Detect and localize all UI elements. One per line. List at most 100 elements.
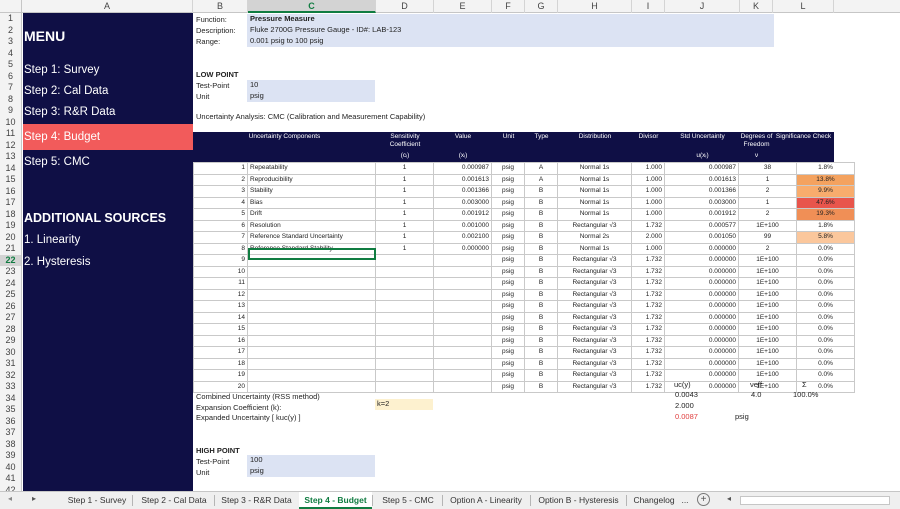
table-cell[interactable]: 15 [193,323,248,336]
table-cell[interactable]: 1E+100 [738,265,797,278]
table-cell[interactable]: psig [491,265,525,278]
row-header[interactable]: 22 [0,254,21,266]
table-cell[interactable]: psig [491,277,525,290]
table-cell[interactable]: Rectangular √3 [557,219,632,232]
table-cell[interactable]: 0.000577 [664,219,739,232]
table-cell[interactable]: B [524,369,558,382]
table-cell[interactable]: 1 [375,242,434,255]
table-cell[interactable]: psig [491,380,525,393]
table-cell[interactable]: 17 [193,346,248,359]
table-cell[interactable]: 1E+100 [738,323,797,336]
table-cell[interactable]: A [524,162,558,175]
function-value[interactable]: Pressure Measure [247,14,774,25]
table-cell[interactable]: psig [491,185,525,198]
table-cell[interactable]: 0.002100 [433,231,492,244]
table-cell[interactable]: psig [491,357,525,370]
table-cell[interactable]: 1.8% [796,162,855,175]
row-header[interactable]: 6 [0,71,21,83]
column-header-k[interactable]: K [740,0,773,13]
table-cell[interactable]: Normal 2s [557,231,632,244]
row-header[interactable]: 24 [0,278,21,290]
table-cell[interactable]: psig [491,242,525,255]
table-cell[interactable]: 1.000 [631,242,665,255]
table-cell[interactable]: 1E+100 [738,219,797,232]
sheet-tab[interactable]: Step 4 - Budget [299,492,372,509]
table-cell[interactable]: 1.000 [631,173,665,186]
table-cell[interactable]: 0.0% [796,265,855,278]
table-cell[interactable]: Normal 1s [557,162,632,175]
selected-cell[interactable] [248,248,376,260]
table-cell[interactable]: 0.000000 [664,265,739,278]
table-cell[interactable]: 1 [738,173,797,186]
table-cell[interactable]: 0.003000 [664,196,739,209]
table-cell[interactable]: 0.000000 [664,242,739,255]
horizontal-scrollbar[interactable] [740,496,890,505]
table-cell[interactable]: 1E+100 [738,334,797,347]
table-cell[interactable] [247,357,376,370]
table-cell[interactable]: 0.000000 [664,300,739,313]
row-header[interactable]: 37 [0,427,21,439]
table-cell[interactable]: 18 [193,357,248,370]
table-cell[interactable]: 1.732 [631,277,665,290]
table-cell[interactable] [375,357,434,370]
table-cell[interactable]: 1.8% [796,219,855,232]
table-cell[interactable]: 1.000 [631,196,665,209]
menu-item-step-2[interactable]: Step 2: Cal Data [23,82,193,100]
table-cell[interactable]: 14 [193,311,248,324]
row-header[interactable]: 15 [0,174,21,186]
table-cell[interactable]: 5.8% [796,231,855,244]
table-cell[interactable] [433,369,492,382]
table-cell[interactable]: 1E+100 [738,357,797,370]
table-cell[interactable]: 1.732 [631,346,665,359]
table-cell[interactable]: psig [491,300,525,313]
table-cell[interactable]: Rectangular √3 [557,288,632,301]
table-cell[interactable]: 0.000000 [664,357,739,370]
table-cell[interactable]: B [524,196,558,209]
column-header-f[interactable]: F [492,0,525,13]
column-header-a[interactable]: A [22,0,193,13]
table-cell[interactable]: psig [491,346,525,359]
table-cell[interactable]: B [524,288,558,301]
table-cell[interactable]: 0.000000 [664,323,739,336]
table-cell[interactable]: 0.0% [796,323,855,336]
table-cell[interactable]: Resolution [247,219,376,232]
table-cell[interactable]: 0.001613 [433,173,492,186]
table-cell[interactable]: B [524,346,558,359]
table-cell[interactable]: 1.732 [631,357,665,370]
column-header-d[interactable]: D [376,0,434,13]
high-testpoint-value[interactable]: 100 [247,455,375,466]
table-cell[interactable]: 0.000000 [664,311,739,324]
table-cell[interactable]: 1 [375,231,434,244]
sheet-tab[interactable]: ... [680,492,690,509]
table-cell[interactable] [375,300,434,313]
table-cell[interactable]: psig [491,173,525,186]
table-cell[interactable]: 0.003000 [433,196,492,209]
table-cell[interactable] [433,277,492,290]
select-all-corner[interactable] [0,0,22,13]
hscroll-left-icon[interactable]: ◂ [727,494,731,503]
table-cell[interactable]: B [524,208,558,221]
table-cell[interactable]: 9.9% [796,185,855,198]
table-cell[interactable]: 1 [193,162,248,175]
column-header-b[interactable]: B [193,0,248,13]
table-cell[interactable]: 1.732 [631,369,665,382]
high-unit-value[interactable]: psig [247,466,375,477]
table-cell[interactable]: 7 [193,231,248,244]
table-cell[interactable] [375,254,434,267]
row-header[interactable]: 1 [0,13,21,25]
table-cell[interactable]: Rectangular √3 [557,300,632,313]
row-header[interactable]: 8 [0,94,21,106]
table-cell[interactable]: 13 [193,300,248,313]
table-cell[interactable]: 13.8% [796,173,855,186]
table-cell[interactable]: 1E+100 [738,288,797,301]
description-value[interactable]: Fluke 2700G Pressure Gauge - ID#: LAB-12… [247,25,774,36]
table-cell[interactable]: psig [491,369,525,382]
row-header[interactable]: 32 [0,370,21,382]
row-header[interactable]: 28 [0,324,21,336]
table-cell[interactable]: psig [491,162,525,175]
table-cell[interactable]: Normal 1s [557,242,632,255]
row-header[interactable]: 25 [0,289,21,301]
table-cell[interactable]: 1 [375,208,434,221]
table-cell[interactable]: B [524,231,558,244]
row-header[interactable]: 2 [0,25,21,37]
